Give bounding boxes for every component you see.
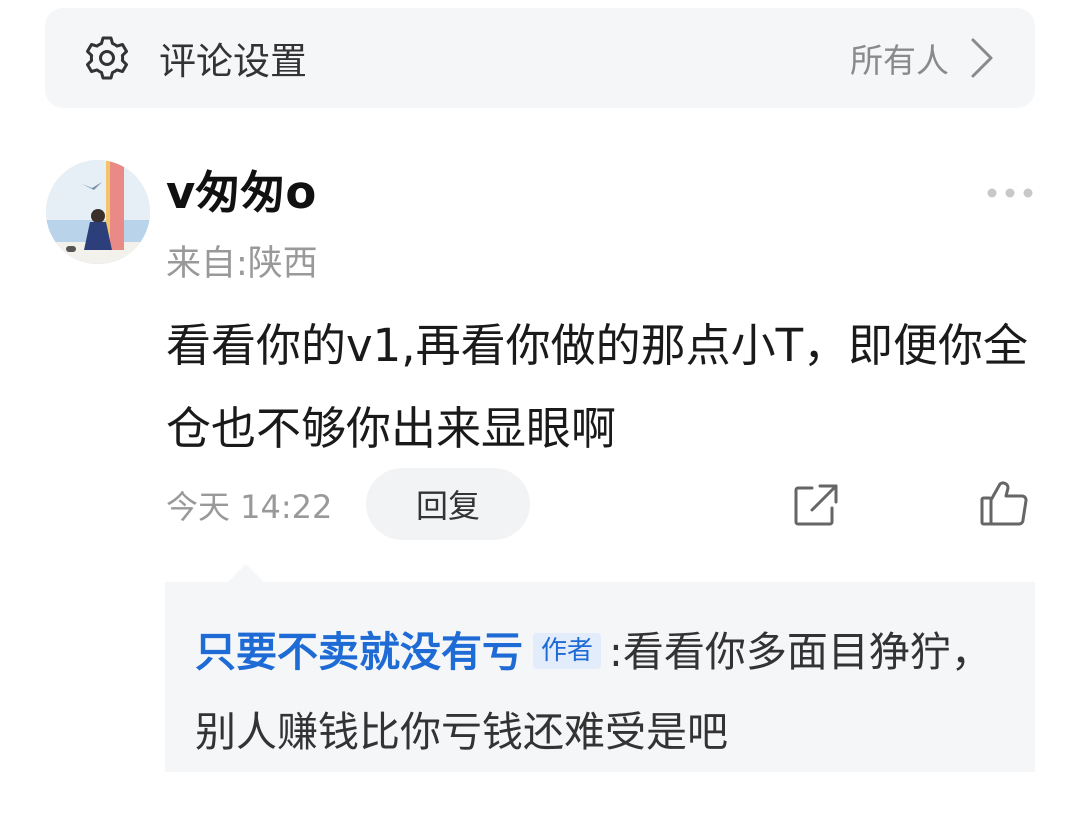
reply-thread[interactable]: 只要不卖就没有亏 作者:看看你多面目狰狞，别人赚钱比你亏钱还难受是吧	[165, 582, 1035, 772]
avatar-illustration	[46, 160, 150, 264]
reply-item: 只要不卖就没有亏 作者:看看你多面目狰狞，别人赚钱比你亏钱还难受是吧	[195, 612, 1005, 772]
comment-permission-value: 所有人	[850, 41, 949, 80]
chevron-right-icon	[971, 38, 993, 78]
reply-pointer	[228, 564, 264, 582]
comment-timestamp: 今天 14:22	[166, 488, 333, 526]
reply-author[interactable]: 只要不卖就没有亏	[195, 628, 523, 676]
share-icon[interactable]	[792, 482, 840, 528]
more-options-icon[interactable]	[986, 184, 1034, 202]
comment-settings-row[interactable]: 评论设置 所有人	[45, 8, 1035, 108]
reply-button[interactable]: 回复	[366, 468, 530, 540]
comment-username[interactable]: v匆匆o	[166, 168, 316, 218]
comment-settings-label: 评论设置	[159, 40, 307, 83]
author-badge: 作者	[533, 633, 602, 669]
gear-icon	[86, 36, 128, 80]
reply-separator: :	[609, 628, 623, 676]
thumbs-up-icon[interactable]	[978, 478, 1030, 528]
comment-location: 来自:陕西	[166, 244, 318, 284]
comment-body: 看看你的v1,再看你做的那点小T，即便你全仓也不够你出来显眼啊	[166, 319, 1029, 455]
avatar[interactable]	[46, 160, 150, 264]
